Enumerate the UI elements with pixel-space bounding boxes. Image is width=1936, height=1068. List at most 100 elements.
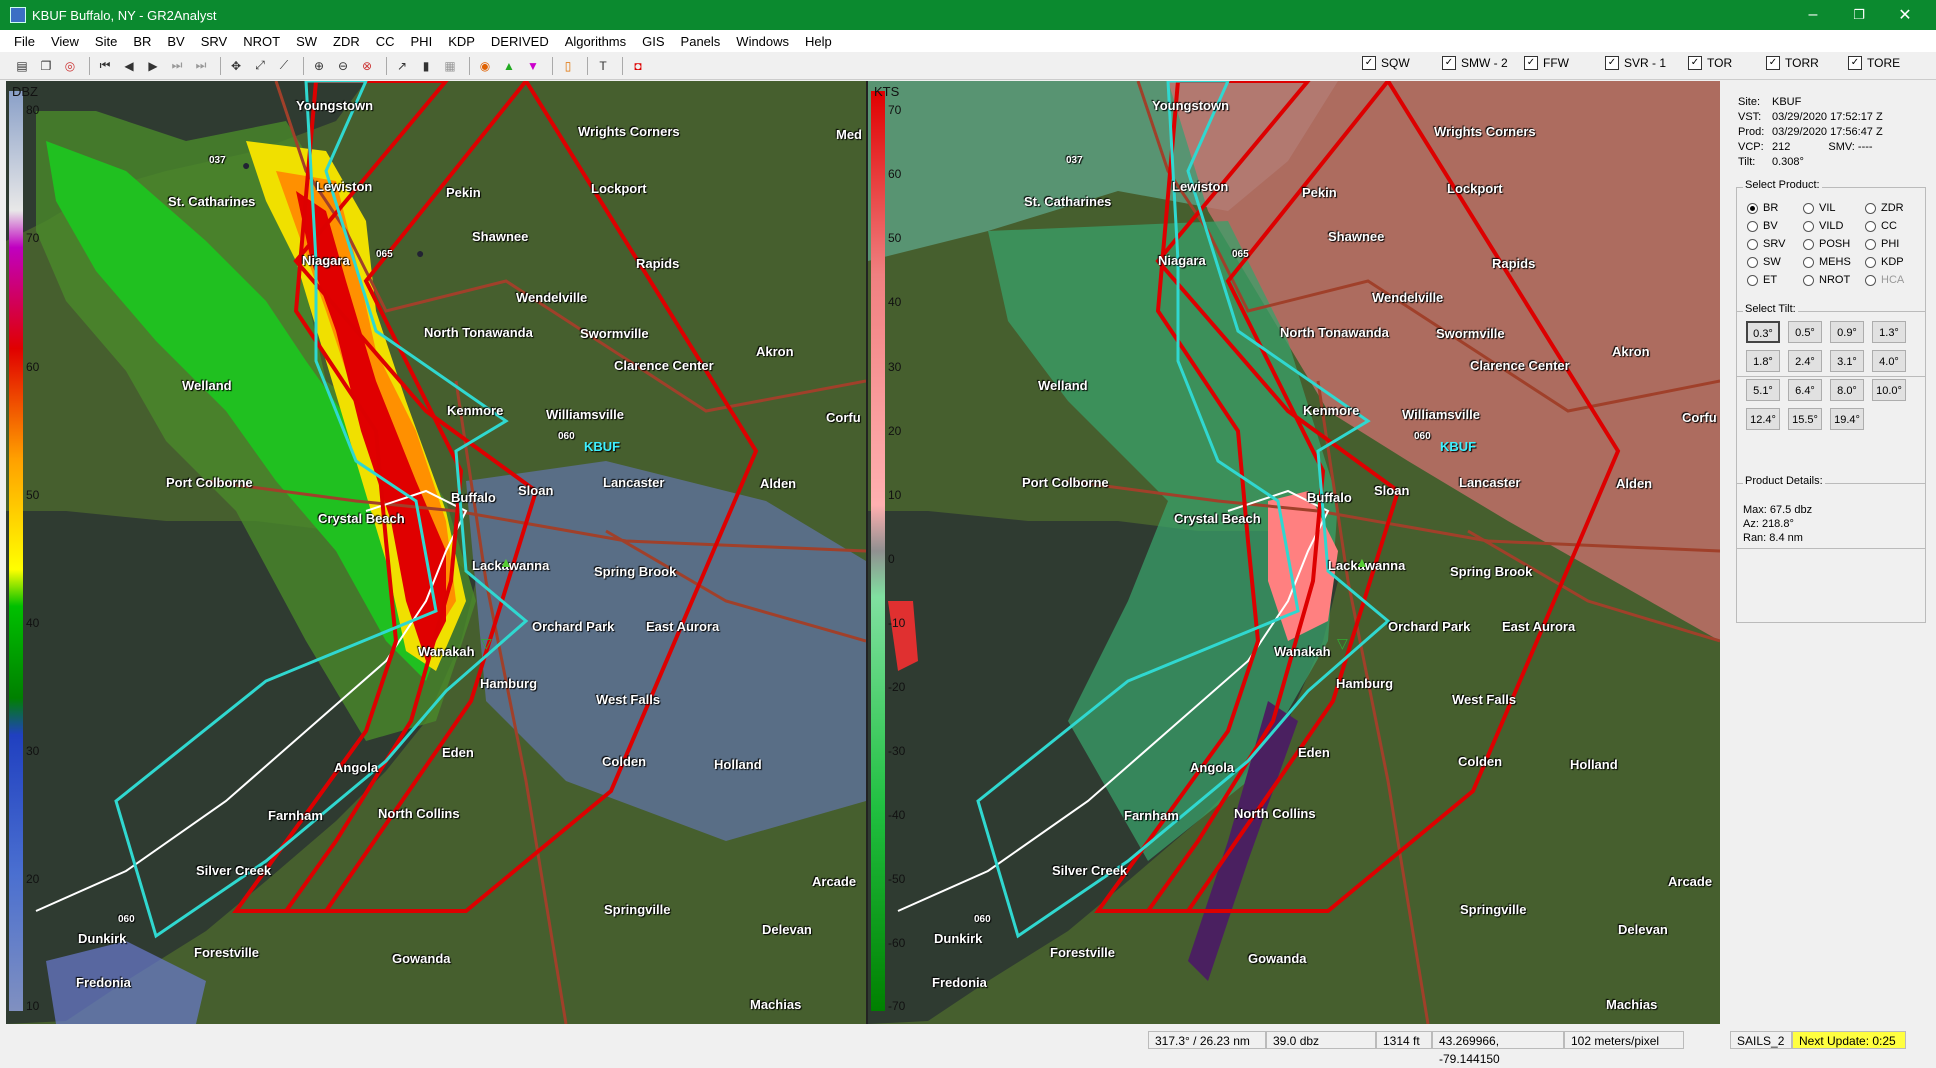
- radio-icon[interactable]: [1803, 274, 1814, 286]
- warning-toggle-smw[interactable]: ✓ SMW - 2: [1442, 56, 1508, 70]
- radio-icon[interactable]: [1803, 220, 1814, 232]
- warning-toggle-torr[interactable]: ✓ TORR: [1766, 56, 1819, 70]
- product-et[interactable]: ET: [1747, 274, 1777, 286]
- tilt-button[interactable]: 0.9°: [1830, 321, 1864, 343]
- product-bv[interactable]: BV: [1747, 220, 1778, 232]
- warning-toggle-ffw[interactable]: ✓ FFW: [1524, 56, 1569, 70]
- menu-nrot[interactable]: NROT: [243, 34, 280, 49]
- maximize-button[interactable]: ❐: [1836, 0, 1882, 30]
- pan-icon[interactable]: ✥: [226, 56, 246, 76]
- product-srv[interactable]: SRV: [1747, 238, 1785, 250]
- product-sw[interactable]: SW: [1747, 256, 1781, 268]
- tilt-button[interactable]: 15.5°: [1788, 408, 1822, 430]
- product-vild[interactable]: VILD: [1803, 220, 1843, 232]
- checkbox-icon[interactable]: ✓: [1442, 56, 1456, 70]
- tilt-button[interactable]: 4.0°: [1872, 350, 1906, 372]
- radio-icon[interactable]: [1747, 274, 1758, 286]
- tilt-button[interactable]: 10.0°: [1872, 379, 1906, 401]
- meso-down-icon[interactable]: ▽: [481, 635, 492, 652]
- radio-icon[interactable]: [1747, 220, 1758, 232]
- tilt-button[interactable]: 19.4°: [1830, 408, 1864, 430]
- minimize-button[interactable]: –: [1790, 0, 1836, 30]
- reflectivity-map[interactable]: [6, 81, 866, 1024]
- tilt-button[interactable]: 5.1°: [1746, 379, 1780, 401]
- zoom-reset-icon[interactable]: ⊗: [357, 56, 377, 76]
- meso-up-icon[interactable]: ▲: [499, 554, 513, 570]
- tilt-button[interactable]: 3.1°: [1830, 350, 1864, 372]
- tilt-button[interactable]: 2.4°: [1788, 350, 1822, 372]
- checkbox-icon[interactable]: ✓: [1524, 56, 1538, 70]
- checkbox-icon[interactable]: ✓: [1766, 56, 1780, 70]
- copy-icon[interactable]: ❐: [36, 56, 56, 76]
- velocity-panel[interactable]: KTS 70 60 50 40 30 20 10 0 -10 -20 -30 -…: [868, 81, 1720, 1024]
- warning-toggle-tore[interactable]: ✓ TORE: [1848, 56, 1900, 70]
- menu-br[interactable]: BR: [133, 34, 151, 49]
- checkbox-icon[interactable]: ✓: [1688, 56, 1702, 70]
- checkbox-icon[interactable]: ✓: [1605, 56, 1619, 70]
- warning-toggle-sqw[interactable]: ✓ SQW: [1362, 56, 1410, 70]
- last-frame-icon[interactable]: ⏭: [191, 56, 211, 76]
- menu-derived[interactable]: DERIVED: [491, 34, 549, 49]
- product-nrot[interactable]: NROT: [1803, 274, 1850, 286]
- menu-gis[interactable]: GIS: [642, 34, 664, 49]
- radio-icon[interactable]: [1803, 256, 1814, 268]
- pointer-icon[interactable]: ↗: [392, 56, 412, 76]
- menu-kdp[interactable]: KDP: [448, 34, 475, 49]
- radio-icon[interactable]: [1865, 220, 1876, 232]
- first-frame-icon[interactable]: ⏮: [95, 56, 115, 76]
- radio-icon[interactable]: [1747, 238, 1758, 250]
- menu-panels[interactable]: Panels: [681, 34, 721, 49]
- meso-up-icon[interactable]: ▲: [499, 56, 519, 76]
- open-icon[interactable]: ▤: [12, 56, 32, 76]
- text-icon[interactable]: T: [593, 56, 613, 76]
- checkbox-icon[interactable]: ✓: [1848, 56, 1862, 70]
- menu-windows[interactable]: Windows: [736, 34, 789, 49]
- close-button[interactable]: ✕: [1882, 0, 1928, 30]
- menu-bv[interactable]: BV: [167, 34, 184, 49]
- menu-help[interactable]: Help: [805, 34, 832, 49]
- tilt-button[interactable]: 8.0°: [1830, 379, 1864, 401]
- menu-cc[interactable]: CC: [376, 34, 395, 49]
- menu-file[interactable]: File: [14, 34, 35, 49]
- product-vil[interactable]: VIL: [1803, 202, 1836, 214]
- cross-section-icon[interactable]: ⟋: [274, 56, 294, 76]
- record-icon[interactable]: ◘: [628, 56, 648, 76]
- tilt-button[interactable]: 1.3°: [1872, 321, 1906, 343]
- product-phi[interactable]: PHI: [1865, 238, 1899, 250]
- multi-panel-icon[interactable]: ▦: [440, 56, 460, 76]
- tilt-button[interactable]: 1.8°: [1746, 350, 1780, 372]
- velocity-map[interactable]: [868, 81, 1720, 1024]
- warning-toggle-svr[interactable]: ✓ SVR - 1: [1605, 56, 1666, 70]
- product-hca[interactable]: HCA: [1865, 274, 1904, 286]
- product-mehs[interactable]: MEHS: [1803, 256, 1851, 268]
- tilt-button[interactable]: 0.3°: [1746, 321, 1780, 343]
- single-panel-icon[interactable]: ▮: [416, 56, 436, 76]
- zoom-out-icon[interactable]: ⊖: [333, 56, 353, 76]
- meso-down-icon[interactable]: ▽: [1337, 635, 1348, 652]
- tilt-button[interactable]: 0.5°: [1788, 321, 1822, 343]
- measure-icon[interactable]: ⤢: [250, 56, 270, 76]
- radio-icon[interactable]: [1747, 256, 1758, 268]
- product-br[interactable]: BR: [1747, 202, 1778, 214]
- menu-algorithms[interactable]: Algorithms: [565, 34, 626, 49]
- radio-icon[interactable]: [1803, 202, 1814, 214]
- product-kdp[interactable]: KDP: [1865, 256, 1904, 268]
- checkbox-icon[interactable]: ✓: [1362, 56, 1376, 70]
- meso-down-icon[interactable]: ▼: [523, 56, 543, 76]
- menu-srv[interactable]: SRV: [201, 34, 228, 49]
- reflectivity-panel[interactable]: DBZ 80 70 60 50 40 30 20 10 Youngstown W…: [6, 81, 868, 1024]
- color-table-icon[interactable]: ▯: [558, 56, 578, 76]
- storm-track-icon[interactable]: ◉: [475, 56, 495, 76]
- radio-icon[interactable]: [1747, 202, 1758, 214]
- menu-sw[interactable]: SW: [296, 34, 317, 49]
- marker-dot-icon[interactable]: ●: [416, 245, 424, 261]
- radio-icon[interactable]: [1865, 256, 1876, 268]
- radar-site-icon[interactable]: ◎: [60, 56, 80, 76]
- product-zdr[interactable]: ZDR: [1865, 202, 1904, 214]
- product-posh[interactable]: POSH: [1803, 238, 1850, 250]
- next-frame-icon[interactable]: ⏭: [167, 56, 187, 76]
- radio-icon[interactable]: [1803, 238, 1814, 250]
- radio-icon[interactable]: [1865, 202, 1876, 214]
- radio-icon[interactable]: [1865, 238, 1876, 250]
- product-cc[interactable]: CC: [1865, 220, 1897, 232]
